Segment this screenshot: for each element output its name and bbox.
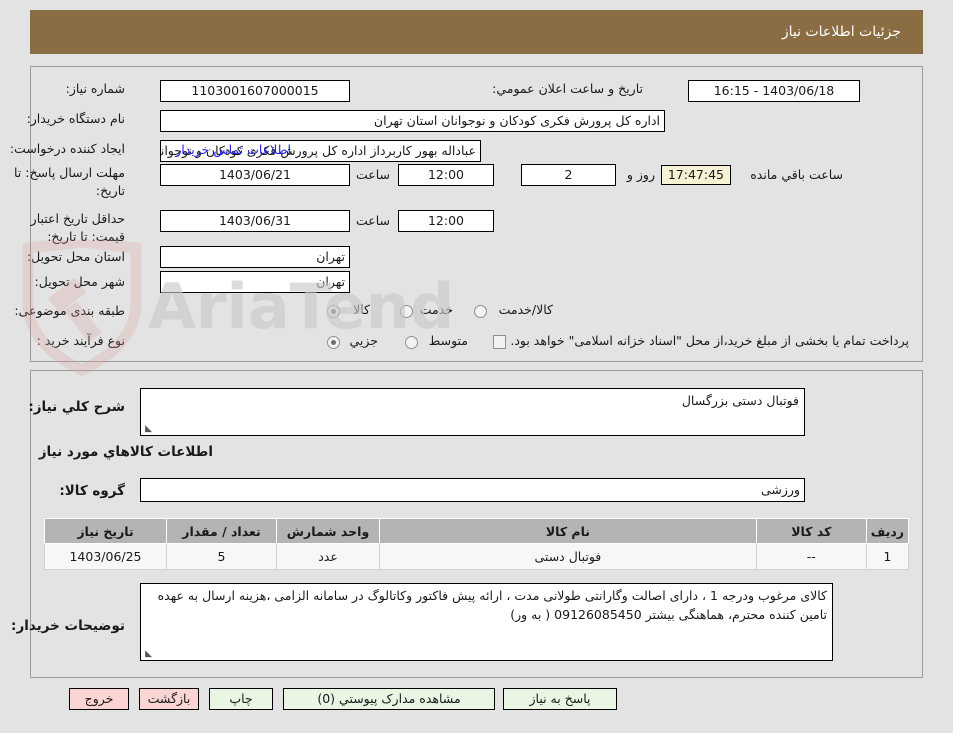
purchase-type-option-motevaset-label: متوسط [428,333,468,348]
view-attachments-button[interactable]: مشاهده مدارک پیوستي (0) [283,688,495,710]
need-summary-label: شرح کلي نیاز: [28,399,125,415]
price-validity-time-label: ساعت [355,213,390,228]
print-button[interactable]: چاپ [209,688,273,710]
back-button[interactable]: بازگشت [139,688,199,710]
cell-need-date: 1403/06/25 [44,543,167,570]
countdown-label: ساعت باقي مانده [750,167,843,182]
col-unit: واحد شمارش [276,518,380,544]
delivery-province-label: استان محل تحویل: [26,249,125,264]
delivery-province-label-wrap: استان محل تحویل: [27,248,125,266]
need-number-value: 1103001607000015 [160,80,350,102]
buyer-contact-link[interactable]: اطلاعات تماس خریدار [175,142,291,157]
need-number-label-wrap: شماره نیاز: [66,80,125,98]
need-summary-textarea[interactable]: فوتبال دستی بزرگسال ◣ [140,388,805,436]
cell-item-code: -- [755,543,867,570]
public-announce-label-wrap: تاریخ و ساعت اعلان عمومي: [492,80,643,98]
purchase-type-label-wrap: نوع فرآیند خرید : [37,332,125,350]
cell-unit: عدد [276,543,380,570]
col-row-no: ردیف [865,518,910,544]
action-buttons: پاسخ به نیاز مشاهده مدارک پیوستي (0) چاپ… [0,688,953,714]
col-need-date: تاریخ نیاز [44,518,167,544]
col-item-name: نام کالا [379,518,757,544]
buyer-notes-value: کالای مرغوب ودرجه 1 ، دارای اصالت وگاران… [157,588,827,622]
purchase-type-radio-motevaset[interactable] [405,336,418,349]
delivery-city-label-wrap: شهر محل تحویل: [35,273,125,291]
cell-quantity: 5 [166,543,277,570]
purchase-type-option-jozi-label: جزیي [349,333,378,348]
public-announce-label: تاریخ و ساعت اعلان عمومي: [492,81,643,96]
public-announce-value: 1403/06/18 - 16:15 [688,80,860,102]
col-quantity: تعداد / مقدار [166,518,277,544]
col-item-code: کد کالا [755,518,867,544]
category-label-wrap: طبقه بندی موضوعی: [14,302,125,320]
response-deadline-date: 1403/06/21 [160,164,350,186]
buyer-org-label-wrap: نام دستگاه خریدار: [27,110,125,128]
buyer-notes-textarea[interactable]: کالای مرغوب ودرجه 1 ، دارای اصالت وگاران… [140,583,833,661]
treasury-bonds-checkbox[interactable] [493,335,506,349]
purchase-type-label: نوع فرآیند خرید : [36,333,125,348]
response-deadline-label: مهلت ارسال پاسخ: تا تاریخ: [14,165,125,199]
delivery-province-value: تهران [160,246,350,268]
items-table: ردیف کد کالا نام کالا واحد شمارش تعداد /… [44,518,910,570]
response-deadline-days: 2 [521,164,616,186]
response-deadline-label-wrap: مهلت ارسال پاسخ: تا تاریخ: [10,164,125,200]
price-validity-date: 1403/06/31 [160,210,350,232]
requester-label: ایجاد کننده درخواست: [9,141,125,156]
table-row: 1 -- فوتبال دستی عدد 5 1403/06/25 [44,543,910,570]
response-deadline-time-label: ساعت [355,167,390,182]
resize-grip-icon[interactable]: ◣ [143,425,152,434]
need-summary-value: فوتبال دستی بزرگسال [681,393,799,408]
goods-group-label: گروه کالا: [59,483,125,499]
page-title: جزئیات اطلاعات نیاز [781,24,901,40]
buyer-notes-label: توضیحات خریدار: [11,618,125,634]
price-validity-label: حداقل تاریخ اعتبار قیمت: تا تاریخ: [30,211,125,245]
price-validity-label-wrap: حداقل تاریخ اعتبار قیمت: تا تاریخ: [10,210,125,246]
category-radio-khedmat[interactable] [400,305,413,318]
purchase-type-radio-jozi[interactable] [327,336,340,349]
requester-label-wrap: ایجاد کننده درخواست: [10,140,125,158]
category-option-kala-label: کالا [353,302,370,317]
cell-item-name: فوتبال دستی [379,543,757,570]
items-section-title: اطلاعات کالاهاي مورد نیاز [38,444,213,460]
countdown-timer: 17:47:45 [661,165,731,185]
category-radio-kala[interactable] [327,305,340,318]
cell-row-no: 1 [865,543,910,570]
response-deadline-time: 12:00 [398,164,494,186]
category-label: طبقه بندی موضوعی: [14,303,125,318]
delivery-city-label: شهر محل تحویل: [34,274,125,289]
response-deadline-days-label: روز و [626,167,655,182]
buyer-org-value: اداره کل پرورش فکری کودکان و نوجوانان اس… [160,110,665,132]
table-header-row: ردیف کد کالا نام کالا واحد شمارش تعداد /… [44,518,910,544]
page-header: جزئیات اطلاعات نیاز [30,10,923,54]
need-number-label: شماره نیاز: [65,81,125,96]
respond-button[interactable]: پاسخ به نیاز [503,688,617,710]
goods-group-value: ورزشی [140,478,805,502]
treasury-bonds-note: پرداخت تمام یا بخشی از مبلغ خرید،از محل … [510,333,909,348]
buyer-org-label: نام دستگاه خریدار: [26,111,125,126]
category-radio-kala-khedmat[interactable] [474,305,487,318]
exit-button[interactable]: خروج [69,688,129,710]
price-validity-time: 12:00 [398,210,494,232]
resize-grip-icon[interactable]: ◣ [143,650,152,659]
category-option-khedmat-label: خدمت [419,302,453,317]
delivery-city-value: تهران [160,271,350,293]
category-option-kala-khedmat-label: کالا/خدمت [498,302,553,317]
